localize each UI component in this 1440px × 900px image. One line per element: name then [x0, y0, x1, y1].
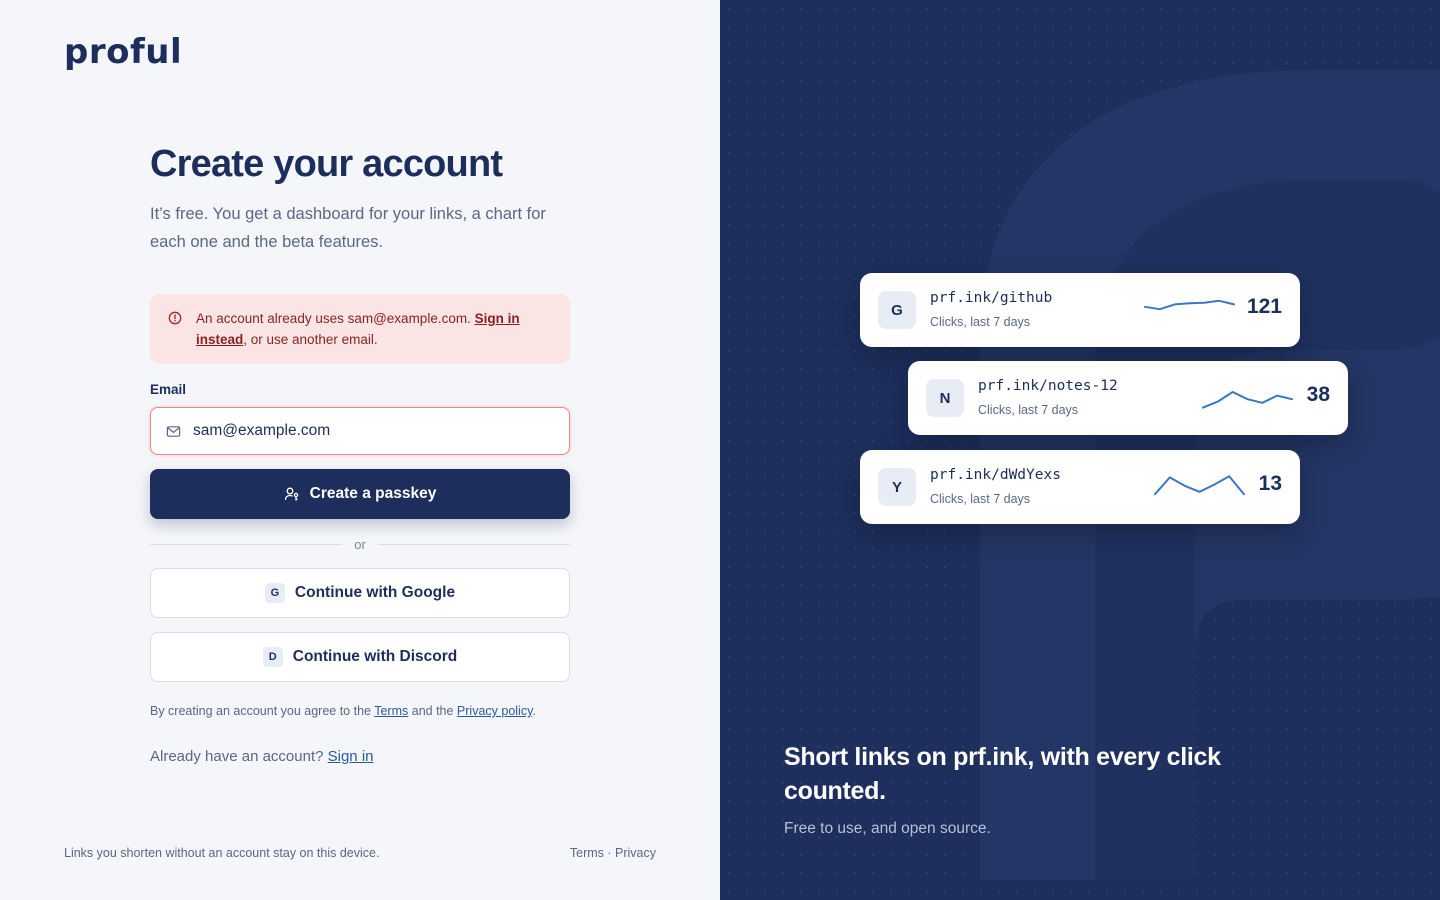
email-label: Email	[150, 382, 187, 397]
link-card[interactable]: G prf.ink/github Clicks, last 7 days 121	[860, 273, 1300, 347]
footer-privacy-link[interactable]: Privacy	[615, 846, 656, 860]
terms-notice: By creating an account you agree to the …	[150, 704, 570, 718]
terms-link[interactable]: Terms	[374, 704, 408, 718]
continue-google-button[interactable]: G Continue with Google	[150, 568, 570, 618]
error-alert: An account already uses sam@example.com.…	[150, 294, 570, 364]
privacy-policy-link[interactable]: Privacy policy	[457, 704, 532, 718]
terms-text: By creating an account you agree to the	[150, 704, 375, 718]
divider-line	[377, 544, 570, 545]
link-url: prf.ink/dWdYexs	[930, 467, 1061, 483]
footer-separator: ·	[603, 846, 616, 860]
continue-discord-button[interactable]: D Continue with Discord	[150, 632, 570, 682]
signup-pane: proful Create your account It’s free. Yo…	[0, 0, 720, 900]
signup-form: Create your account It’s free. You get a…	[150, 140, 570, 765]
link-avatar: Y	[878, 468, 916, 506]
create-passkey-button[interactable]: Create a passkey	[150, 469, 570, 519]
link-meta: Clicks, last 7 days	[978, 403, 1079, 417]
divider-line	[150, 544, 343, 545]
sparkline	[1202, 391, 1293, 409]
sparkline	[1144, 299, 1235, 311]
link-card[interactable]: N prf.ink/notes-12 Clicks, last 7 days 3…	[908, 361, 1348, 435]
showcase-tagline: Short links on prf.ink, with every click…	[784, 743, 1221, 805]
discord-icon: D	[262, 647, 283, 667]
google-icon: G	[264, 583, 285, 603]
sparkline	[1154, 475, 1245, 496]
page-subtitle: It’s free. You get a dashboard for your …	[150, 205, 546, 251]
click-count: 13	[1258, 472, 1282, 495]
link-card[interactable]: Y prf.ink/dWdYexs Clicks, last 7 days 13	[860, 450, 1300, 524]
email-input[interactable]	[193, 422, 553, 440]
sparkline-line	[1154, 475, 1245, 496]
link-avatar: G	[878, 291, 916, 329]
link-avatar: N	[926, 379, 964, 417]
terms-text-mid: and the	[408, 704, 457, 718]
link-meta: Clicks, last 7 days	[930, 492, 1031, 506]
brand-logo[interactable]: proful	[64, 32, 182, 72]
or-divider: or	[150, 537, 570, 552]
showcase-pane: G prf.ink/github Clicks, last 7 days 121…	[720, 0, 1440, 900]
link-meta: Clicks, last 7 days	[930, 315, 1031, 329]
alert-text: An account already uses sam@example.com.	[196, 311, 475, 326]
link-url: prf.ink/github	[930, 290, 1053, 306]
click-count: 38	[1306, 383, 1330, 406]
already-have-account: Already have an account? Sign in	[150, 748, 570, 765]
create-passkey-label: Create a passkey	[309, 485, 437, 502]
alert-circle-icon	[168, 311, 182, 325]
sparkline-line	[1202, 391, 1293, 409]
user-key-icon	[284, 487, 298, 501]
divider-text: or	[354, 537, 366, 552]
footer-note: Links you shorten without an account sta…	[64, 846, 380, 860]
click-count: 121	[1246, 295, 1282, 318]
footer-links: Terms · Privacy	[570, 846, 656, 860]
link-url: prf.ink/notes-12	[978, 378, 1118, 394]
already-text: Already have an account?	[150, 748, 328, 765]
terms-text-suffix: .	[532, 704, 536, 718]
continue-discord-label: Continue with Discord	[292, 648, 458, 665]
email-field[interactable]	[150, 407, 570, 455]
sign-in-link[interactable]: Sign in	[328, 748, 374, 765]
mail-icon	[166, 425, 181, 437]
continue-google-label: Continue with Google	[294, 584, 456, 601]
sparkline-line	[1144, 299, 1235, 311]
showcase-subtagline: Free to use, and open source.	[784, 820, 991, 837]
alert-text-suffix: , or use another email.	[243, 332, 378, 347]
page-title: Create your account	[150, 143, 503, 185]
footer-terms-link[interactable]: Terms	[570, 846, 604, 860]
